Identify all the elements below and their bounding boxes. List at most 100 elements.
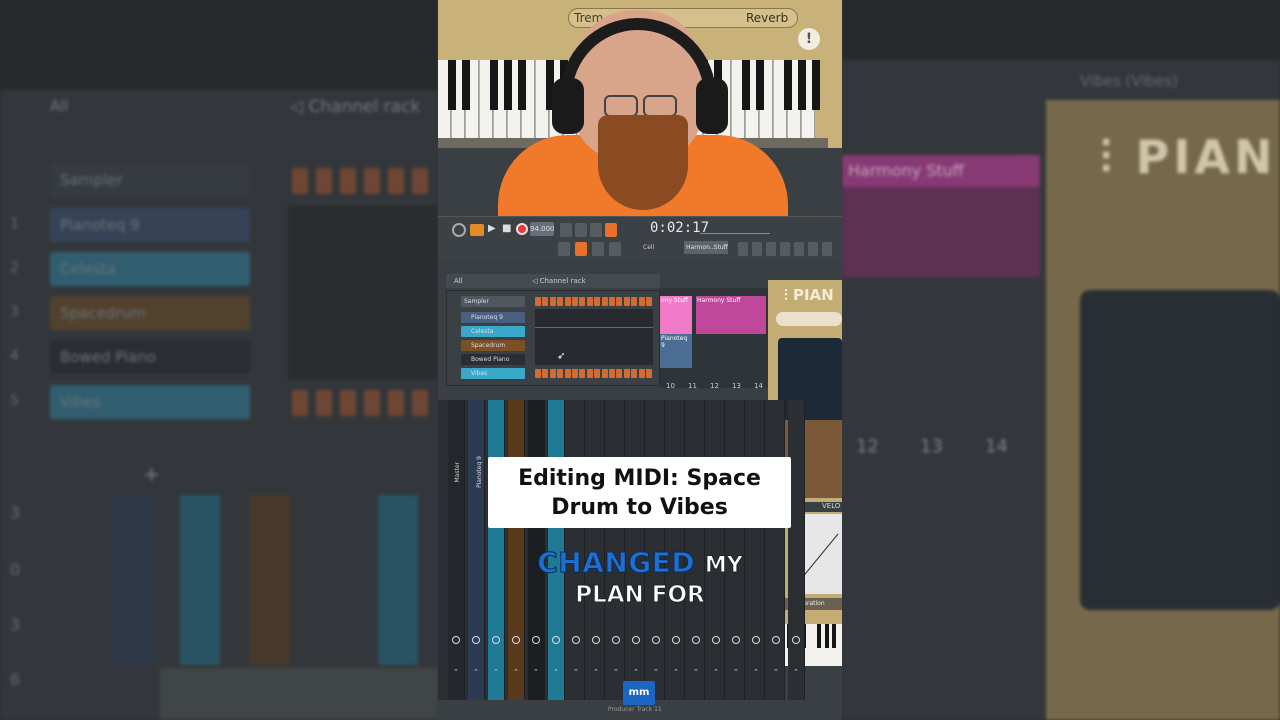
step-button[interactable] xyxy=(616,297,623,306)
pan-knob[interactable] xyxy=(612,636,620,644)
pan-knob[interactable] xyxy=(792,636,800,644)
route-arrow-icon[interactable]: ⌃ xyxy=(473,668,479,676)
pan-knob[interactable] xyxy=(492,636,500,644)
pan-knob[interactable] xyxy=(452,636,460,644)
play-icon[interactable]: ▶ xyxy=(488,223,496,234)
route-arrow-icon[interactable]: ⌃ xyxy=(633,668,639,676)
rack-channel-celesta[interactable]: Celesta xyxy=(461,326,525,337)
step-button[interactable] xyxy=(631,369,638,378)
rack-channel-vibes[interactable]: Vibes xyxy=(461,368,525,379)
step-button[interactable] xyxy=(549,369,556,378)
step-button[interactable] xyxy=(557,369,564,378)
pan-knob[interactable] xyxy=(472,636,480,644)
stop-icon[interactable]: ■ xyxy=(502,223,511,234)
step-sequencer-top[interactable] xyxy=(535,297,655,307)
route-arrow-icon[interactable]: ⌃ xyxy=(573,668,579,676)
tempo-display[interactable]: 94.000 xyxy=(530,222,555,236)
step-button[interactable] xyxy=(572,297,578,306)
piano-roll-preview[interactable] xyxy=(535,309,653,365)
route-arrow-icon[interactable]: ⌃ xyxy=(653,668,659,676)
pattern-selector[interactable]: Harmon..Stuff xyxy=(684,241,728,254)
step-button[interactable] xyxy=(535,369,541,378)
route-arrow-icon[interactable]: ⌃ xyxy=(673,668,679,676)
pan-knob[interactable] xyxy=(772,636,780,644)
loop-icon[interactable] xyxy=(452,223,466,237)
step-button[interactable] xyxy=(586,369,593,378)
playlist-clip[interactable]: ony Stuff xyxy=(660,296,692,334)
step-button[interactable] xyxy=(623,297,630,306)
route-arrow-icon[interactable]: ⌃ xyxy=(773,668,779,676)
step-button[interactable] xyxy=(609,369,615,378)
metronome-icon[interactable] xyxy=(605,223,617,237)
step-button[interactable] xyxy=(601,297,608,306)
step-button[interactable] xyxy=(542,297,549,306)
route-arrow-icon[interactable]: ⌃ xyxy=(733,668,739,676)
bg-pianoteq-logo: ⫶ PIAN xyxy=(1100,130,1277,184)
pan-knob[interactable] xyxy=(512,636,520,644)
black-key[interactable] xyxy=(832,624,836,648)
route-arrow-icon[interactable]: ⌃ xyxy=(593,668,599,676)
step-button[interactable] xyxy=(535,297,541,306)
step-button[interactable] xyxy=(579,297,586,306)
step-button[interactable] xyxy=(549,297,556,306)
rack-channel-spacedrum[interactable]: Spacedrum xyxy=(461,340,525,351)
black-key[interactable] xyxy=(817,624,821,648)
pan-knob[interactable] xyxy=(652,636,660,644)
route-arrow-icon[interactable]: ⌃ xyxy=(493,668,499,676)
rack-filter[interactable]: All xyxy=(454,277,463,285)
rack-channel-pianoteq[interactable]: Pianoteq 9 xyxy=(461,312,525,323)
bg-channel-num: 2 xyxy=(10,260,19,276)
pan-knob[interactable] xyxy=(572,636,580,644)
pan-knob[interactable] xyxy=(672,636,680,644)
route-arrow-icon[interactable]: ⌃ xyxy=(553,668,559,676)
bg-sampler-label: Sampler xyxy=(50,163,250,197)
route-arrow-icon[interactable]: ⌃ xyxy=(613,668,619,676)
playlist-clip-pianoteq[interactable]: Pianoteq 9 xyxy=(660,334,692,368)
bg-channel-2: Celesta xyxy=(50,252,250,286)
black-key[interactable] xyxy=(824,624,829,648)
route-arrow-icon[interactable]: ⌃ xyxy=(753,668,759,676)
step-button[interactable] xyxy=(572,369,578,378)
preset-search[interactable] xyxy=(776,312,842,326)
step-button[interactable] xyxy=(609,297,615,306)
record-button[interactable] xyxy=(516,223,528,235)
bg-add-icon: + xyxy=(143,462,160,486)
step-button[interactable] xyxy=(646,369,652,378)
step-button[interactable] xyxy=(594,297,601,306)
pattern-song-toggle[interactable] xyxy=(470,224,484,236)
rack-channel-bowed-piano[interactable]: Bowed Piano xyxy=(461,354,525,365)
route-arrow-icon[interactable]: ⌃ xyxy=(533,668,539,676)
step-button[interactable] xyxy=(601,369,608,378)
pan-knob[interactable] xyxy=(632,636,640,644)
step-button[interactable] xyxy=(638,369,645,378)
step-button[interactable] xyxy=(564,297,571,306)
step-button[interactable] xyxy=(616,369,623,378)
step-button[interactable] xyxy=(646,297,652,306)
bg-channel-num: 1 xyxy=(10,216,19,232)
pan-knob[interactable] xyxy=(692,636,700,644)
step-button[interactable] xyxy=(638,297,645,306)
pan-knob[interactable] xyxy=(712,636,720,644)
step-button[interactable] xyxy=(557,297,564,306)
step-button[interactable] xyxy=(579,369,586,378)
step-sequencer-bottom[interactable] xyxy=(535,369,655,379)
route-arrow-icon[interactable]: ⌃ xyxy=(793,668,799,676)
pan-knob[interactable] xyxy=(532,636,540,644)
route-arrow-icon[interactable]: ⌃ xyxy=(713,668,719,676)
pan-knob[interactable] xyxy=(732,636,740,644)
pan-knob[interactable] xyxy=(752,636,760,644)
route-arrow-icon[interactable]: ⌃ xyxy=(693,668,699,676)
route-arrow-icon[interactable]: ⌃ xyxy=(453,668,459,676)
step-button[interactable] xyxy=(631,297,638,306)
pianoteq-logo: ⫶ PIAN xyxy=(784,286,834,304)
step-button[interactable] xyxy=(594,369,601,378)
step-button[interactable] xyxy=(623,369,630,378)
playlist-clip-harmony[interactable]: Harmony Stuff xyxy=(696,296,766,334)
step-button[interactable] xyxy=(564,369,571,378)
pan-knob[interactable] xyxy=(552,636,560,644)
route-arrow-icon[interactable]: ⌃ xyxy=(513,668,519,676)
step-button[interactable] xyxy=(542,369,549,378)
pan-knob[interactable] xyxy=(592,636,600,644)
step-button[interactable] xyxy=(586,297,593,306)
snap-label[interactable]: Cell xyxy=(643,244,654,251)
